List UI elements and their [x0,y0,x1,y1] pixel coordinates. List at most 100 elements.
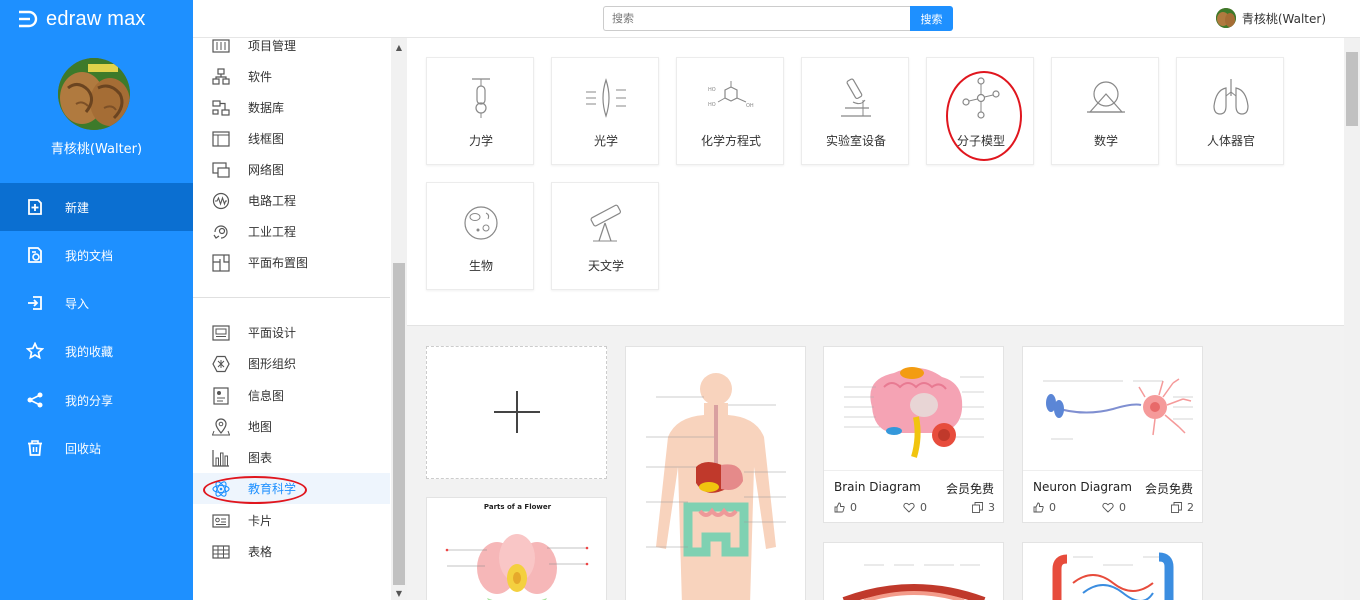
brain-diagram-thumbnail [844,367,984,458]
subcategory-label: 实验室设备 [825,134,886,148]
favorite-stat[interactable]: 0 [1102,501,1171,514]
category-table[interactable]: 表格 [193,536,390,567]
plus-icon [494,391,540,433]
category-label: 平面设计 [248,326,297,340]
search-input[interactable] [603,6,910,31]
like-stat[interactable]: 0 [1033,501,1102,514]
template-card-neuron-diagram[interactable]: Neuron Diagram 会员免费 0 0 2 [1022,346,1203,523]
category-graphic-design[interactable]: 平面设计 [193,317,390,348]
avatar[interactable] [58,58,130,130]
category-floorplan[interactable]: 平面布置图 [193,247,390,278]
app-logo[interactable]: edraw max [16,6,146,32]
main-content: 力学 光学 HO HO OH 化学方程式 实验室设备 分子模型 数学 人体器官 … [407,38,1344,600]
category-label: 图形组织 [248,357,297,371]
sidebar-item-new[interactable]: 新建 [0,183,193,231]
sidebar-item-label: 我的收藏 [65,344,114,359]
template-stats: 0 0 2 [1033,501,1194,514]
category-chart[interactable]: 图表 [193,442,390,473]
chemical-equation-icon: HO HO OH [708,81,754,109]
template-card-partial[interactable] [823,542,1004,600]
flower-diagram-thumbnail [445,534,589,600]
highlight-circle [946,71,1022,161]
template-card-flower[interactable]: Parts of a Flower [426,497,607,600]
header-username: 青核桃(Walter) [1241,11,1326,26]
copy-count: 2 [1187,501,1194,514]
category-software[interactable]: 软件 [193,61,390,92]
member-free-badge: 会员免费 [1144,482,1193,496]
category-database[interactable]: 数据库 [193,92,390,123]
infographic-icon [212,386,230,405]
category-infographic[interactable]: 信息图 [193,380,390,411]
template-card-brain-diagram[interactable]: Brain Diagram 会员免费 0 0 3 [823,346,1004,523]
subcategory-chemical-equation[interactable]: HO HO OH 化学方程式 [676,57,784,165]
subcategory-optics[interactable]: 光学 [551,57,659,165]
logo-text: edraw max [46,7,146,30]
subcategory-label: 力学 [468,134,493,148]
category-label: 平面布置图 [248,256,309,270]
category-label: 软件 [248,70,273,84]
search-button[interactable]: 搜索 [910,6,953,31]
template-card-partial[interactable] [1022,542,1203,600]
scroll-up-icon[interactable]: ▲ [391,40,407,54]
highlight-circle [203,476,307,504]
sidebar-item-label: 我的文档 [65,248,114,263]
template-meta: Neuron Diagram 会员免费 0 0 2 [1023,470,1202,522]
category-scrollbar[interactable]: ▲ ▼ [391,38,407,600]
category-panel: 项目管理 软件 数据库 线框图 网络图 电路工程 工业工程 平面布置图 平面设计… [193,38,407,600]
category-industrial[interactable]: 工业工程 [193,216,390,247]
lungs-icon [1213,79,1249,115]
category-label: 项目管理 [248,39,297,53]
subcategory-lab-equipment[interactable]: 实验室设备 [801,57,909,165]
sidebar-item-share[interactable]: 我的分享 [0,376,193,424]
favorite-stat[interactable]: 0 [903,501,972,514]
subcategory-human-organs[interactable]: 人体器官 [1176,57,1284,165]
scroll-down-icon[interactable]: ▼ [391,586,407,600]
network-icon [212,161,230,179]
heart-icon [903,502,915,513]
copy-icon [1171,502,1182,513]
new-blank-diagram-button[interactable] [426,346,607,479]
chart-icon [212,449,230,467]
sidebar-item-my-docs[interactable]: 我的文档 [0,231,193,279]
software-icon [212,67,230,86]
template-meta: Brain Diagram 会员免费 0 0 3 [824,470,1003,522]
thumbs-up-icon [834,502,845,513]
circuit-icon [212,192,230,210]
category-circuit[interactable]: 电路工程 [193,185,390,216]
sidebar-item-favorites[interactable]: 我的收藏 [0,327,193,375]
subcategory-grid: 力学 光学 HO HO OH 化学方程式 实验室设备 分子模型 数学 人体器官 … [407,38,1344,326]
subcategory-label: 生物 [468,259,493,273]
subcategory-mechanics[interactable]: 力学 [426,57,534,165]
main-scrollbar[interactable] [1344,38,1360,600]
scrollbar-thumb[interactable] [393,263,405,585]
category-graphic-organizer[interactable]: 图形组织 [193,348,390,379]
sidebar-item-import[interactable]: 导入 [0,279,193,327]
import-icon [26,294,44,312]
favorite-count: 0 [1119,501,1126,514]
subcategory-biology[interactable]: 生物 [426,182,534,290]
category-label: 线框图 [248,132,285,146]
neuron-diagram-thumbnail [1043,378,1193,440]
sidebar-item-label: 新建 [65,200,90,215]
user-menu[interactable]: 青核桃(Walter) [1215,8,1326,28]
copy-stat[interactable]: 3 [972,501,995,514]
mechanics-icon [472,78,490,118]
subcategory-astronomy[interactable]: 天文学 [551,182,659,290]
category-map[interactable]: 地图 [193,411,390,442]
like-stat[interactable]: 0 [834,501,903,514]
template-stats: 0 0 3 [834,501,995,514]
project-icon [212,37,230,55]
svg-text:HO: HO [708,87,716,93]
copy-stat[interactable]: 2 [1171,501,1194,514]
category-project-management[interactable]: 项目管理 [193,30,390,61]
category-wireframe[interactable]: 线框图 [193,123,390,154]
search-box: 搜索 [603,6,953,31]
new-doc-icon [26,198,44,216]
sidebar-item-trash[interactable]: 回收站 [0,424,193,472]
template-card-digestive-system[interactable] [625,346,806,600]
subcategory-math[interactable]: 数学 [1051,57,1159,165]
category-card[interactable]: 卡片 [193,505,390,536]
category-network[interactable]: 网络图 [193,154,390,185]
scrollbar-thumb[interactable] [1346,52,1358,126]
edraw-logo-icon [19,10,38,28]
